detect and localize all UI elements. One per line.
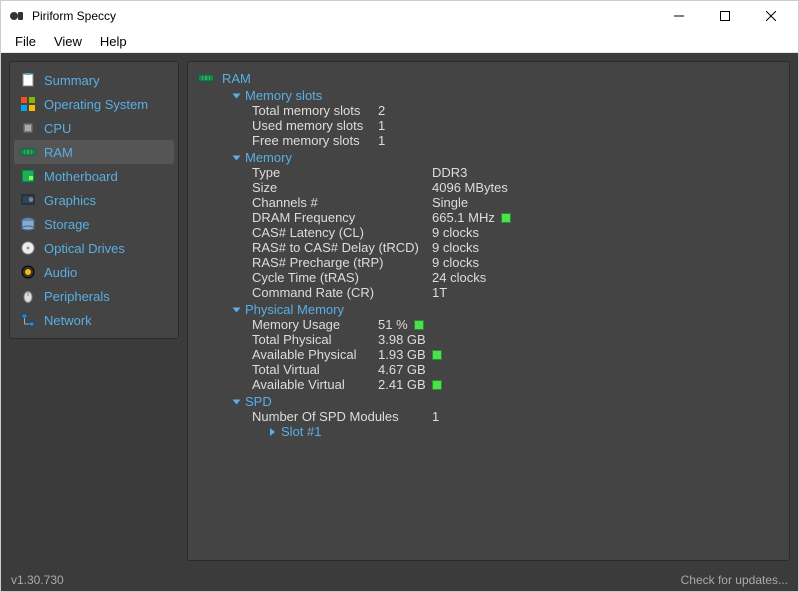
- motherboard-icon: [20, 168, 36, 184]
- disc-icon: [20, 240, 36, 256]
- graphics-icon: [20, 192, 36, 208]
- status-indicator: [414, 320, 424, 330]
- sidebar-item-graphics[interactable]: Graphics: [14, 188, 174, 212]
- row: Cycle Time (tRAS)24 clocks: [252, 270, 779, 285]
- sidebar-item-audio[interactable]: Audio: [14, 260, 174, 284]
- sidebar-item-label: Storage: [44, 217, 90, 232]
- row: Memory Usage51 %: [252, 317, 779, 332]
- mouse-icon: [20, 288, 36, 304]
- menu-help[interactable]: Help: [92, 32, 135, 51]
- sidebar-item-label: Audio: [44, 265, 77, 280]
- menu-view[interactable]: View: [46, 32, 90, 51]
- row: RAS# to CAS# Delay (tRCD)9 clocks: [252, 240, 779, 255]
- window-title: Piriform Speccy: [32, 9, 656, 23]
- menu-file[interactable]: File: [7, 32, 44, 51]
- row: Total Physical3.98 GB: [252, 332, 779, 347]
- sidebar-item-ram[interactable]: RAM: [14, 140, 174, 164]
- sidebar-item-optical[interactable]: Optical Drives: [14, 236, 174, 260]
- tree-physical-memory[interactable]: Physical Memory: [234, 302, 779, 317]
- sidebar-item-network[interactable]: Network: [14, 308, 174, 332]
- tree-memory-slots[interactable]: Memory slots: [234, 88, 779, 103]
- app-icon: [9, 8, 25, 24]
- chevron-down-icon: [233, 93, 241, 98]
- row: DRAM Frequency665.1 MHz: [252, 210, 779, 225]
- row: CAS# Latency (CL)9 clocks: [252, 225, 779, 240]
- tree-spd-slot[interactable]: Slot #1: [270, 424, 779, 439]
- cpu-icon: [20, 120, 36, 136]
- clipboard-icon: [20, 72, 36, 88]
- sidebar: Summary Operating System CPU RAM Motherb…: [9, 61, 179, 339]
- version-label: v1.30.730: [11, 573, 64, 587]
- sidebar-item-label: Peripherals: [44, 289, 110, 304]
- row: Available Virtual2.41 GB: [252, 377, 779, 392]
- sidebar-item-storage[interactable]: Storage: [14, 212, 174, 236]
- tree-spd[interactable]: SPD: [234, 394, 779, 409]
- status-indicator: [432, 350, 442, 360]
- sidebar-item-label: Optical Drives: [44, 241, 125, 256]
- row: Used memory slots1: [252, 118, 779, 133]
- row: Size4096 MBytes: [252, 180, 779, 195]
- chevron-right-icon: [270, 428, 275, 436]
- sidebar-item-label: Network: [44, 313, 92, 328]
- sidebar-item-summary[interactable]: Summary: [14, 68, 174, 92]
- statusbar: v1.30.730 Check for updates...: [1, 569, 798, 591]
- check-updates-link[interactable]: Check for updates...: [681, 573, 788, 587]
- speaker-icon: [20, 264, 36, 280]
- row: Available Physical1.93 GB: [252, 347, 779, 362]
- main-panel: RAM Memory slots Total memory slots2 Use…: [187, 61, 790, 561]
- chevron-down-icon: [233, 307, 241, 312]
- sidebar-item-label: RAM: [44, 145, 73, 160]
- status-indicator: [432, 380, 442, 390]
- maximize-button[interactable]: [702, 1, 748, 31]
- sidebar-item-cpu[interactable]: CPU: [14, 116, 174, 140]
- row: Command Rate (CR)1T: [252, 285, 779, 300]
- row: Free memory slots1: [252, 133, 779, 148]
- ram-icon: [20, 144, 36, 160]
- minimize-button[interactable]: [656, 1, 702, 31]
- storage-icon: [20, 216, 36, 232]
- close-button[interactable]: [748, 1, 794, 31]
- chevron-down-icon: [233, 399, 241, 404]
- ram-icon: [198, 70, 214, 86]
- section-header: RAM: [222, 71, 251, 86]
- sidebar-item-label: Summary: [44, 73, 100, 88]
- status-indicator: [501, 213, 511, 223]
- chevron-down-icon: [233, 155, 241, 160]
- windows-icon: [20, 96, 36, 112]
- row: RAS# Precharge (tRP)9 clocks: [252, 255, 779, 270]
- tree-memory[interactable]: Memory: [234, 150, 779, 165]
- network-icon: [20, 312, 36, 328]
- sidebar-item-motherboard[interactable]: Motherboard: [14, 164, 174, 188]
- sidebar-item-label: CPU: [44, 121, 71, 136]
- row: TypeDDR3: [252, 165, 779, 180]
- sidebar-item-peripherals[interactable]: Peripherals: [14, 284, 174, 308]
- row: Number Of SPD Modules1: [252, 409, 779, 424]
- sidebar-item-os[interactable]: Operating System: [14, 92, 174, 116]
- row: Total Virtual4.67 GB: [252, 362, 779, 377]
- sidebar-item-label: Operating System: [44, 97, 148, 112]
- menubar: File View Help: [1, 31, 798, 53]
- sidebar-item-label: Graphics: [44, 193, 96, 208]
- titlebar: Piriform Speccy: [1, 1, 798, 31]
- row: Channels #Single: [252, 195, 779, 210]
- sidebar-item-label: Motherboard: [44, 169, 118, 184]
- row: Total memory slots2: [252, 103, 779, 118]
